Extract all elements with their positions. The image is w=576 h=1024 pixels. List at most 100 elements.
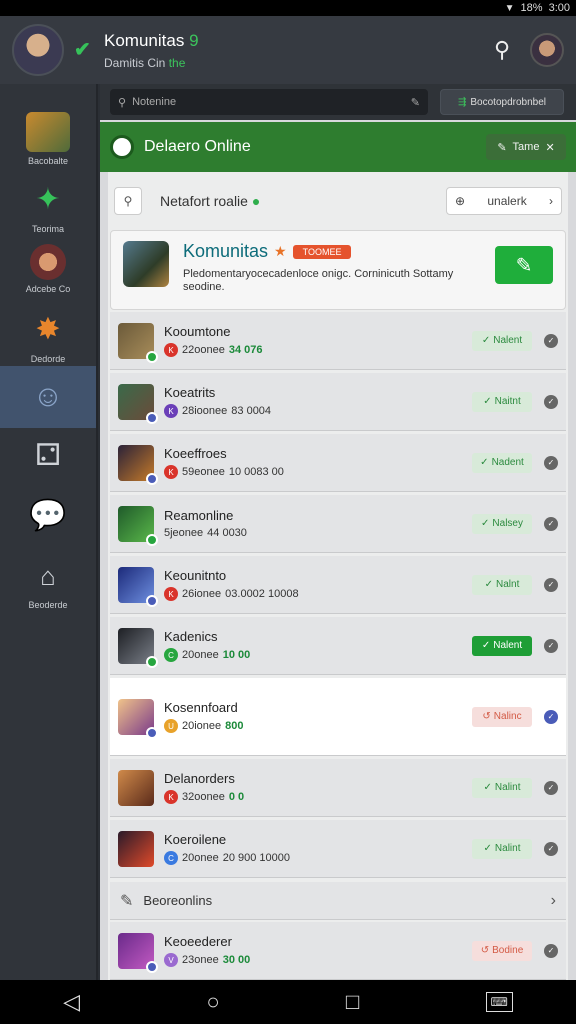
more-icon[interactable]: ✓ <box>544 709 558 724</box>
home-icon: ⌂ <box>40 561 56 591</box>
row-action-button[interactable]: ✓ Naitnt <box>472 391 532 412</box>
profile-avatar[interactable] <box>530 33 564 67</box>
more-icon[interactable]: ✓ <box>544 841 558 856</box>
badge-icon: C <box>164 851 178 865</box>
sidebar-item-home[interactable]: ⌂ Beoderde <box>0 556 96 610</box>
row-action-button[interactable]: ✓ Nalint <box>472 838 532 859</box>
filter-button[interactable]: ⇶ Bocotopdrobnbel <box>440 89 564 115</box>
list-item-title: Kooumtone <box>164 324 231 339</box>
close-icon[interactable]: ✕ <box>545 141 554 154</box>
list-item-subtitle: V 23onee 30 00 <box>164 953 472 967</box>
list-item-title: Koeatrits <box>164 385 216 400</box>
edit-icon[interactable]: ✎ <box>411 96 420 109</box>
breadcrumb-text: Netafort roalie ● <box>160 193 446 209</box>
online-banner: Delaero Online ✎ Tame ✕ <box>100 122 576 172</box>
keyboard-icon[interactable]: ⌨ <box>485 992 513 1012</box>
theme-button[interactable]: ✎ Tame ✕ <box>486 134 566 160</box>
more-icon[interactable]: ✓ <box>544 943 558 958</box>
list-item-title: Koeeffroes <box>164 446 227 461</box>
list-item[interactable]: Reamonline 5jeonee 44 0030 ✓ Nalsey ✓ <box>110 495 566 553</box>
row-action-button[interactable]: ✓ Nalint <box>472 777 532 798</box>
community-panel: ⚲ Netafort roalie ● ⊕ unalerk › Komunita… <box>108 172 568 980</box>
list-item[interactable]: Kooumtone K 22oonee 34 076 ✓ Nalent ✓ <box>110 312 566 370</box>
row-action-button[interactable]: ✓ Nalent <box>472 635 532 656</box>
search-icon[interactable]: ⚲ <box>484 32 520 68</box>
more-icon[interactable]: ✓ <box>544 780 558 795</box>
search-input[interactable]: ⚲ Notenine ✎ <box>110 89 428 115</box>
dice-icon: ⚁ <box>34 439 62 472</box>
list-item-count: 83 0004 <box>231 405 272 417</box>
game-avatar-icon <box>118 383 158 424</box>
unlock-button[interactable]: ⊕ unalerk › <box>446 187 562 215</box>
row-action-label: Nalnt <box>496 579 520 590</box>
more-icon[interactable]: ✓ <box>544 577 558 592</box>
home-circle-icon[interactable]: ○ <box>206 989 219 1015</box>
row-action-label: Nalent <box>493 335 523 346</box>
community-card-body: Komunitas ★ TOOMEE Pledomentaryocecadenl… <box>183 241 495 299</box>
list-item-title: Kosennfoard <box>164 700 238 715</box>
edit-box-icon: ✎ <box>120 892 134 910</box>
list-item[interactable]: Koeroilene C 20onee 20 900 10000 ✓ Nalint ✓ <box>110 820 566 878</box>
header-subtitle-accent: the <box>168 55 186 70</box>
row-action-button[interactable]: ✓ Nadent <box>472 452 532 473</box>
sidebar-item-1[interactable]: Bacobalte <box>0 112 96 166</box>
list-item-count: 10 00 <box>222 649 251 661</box>
search-icon[interactable]: ⚲ <box>114 187 142 215</box>
game-avatar-icon <box>118 505 158 546</box>
list-item-text: Koeatrits K 28ioonee 83 0004 <box>164 385 472 418</box>
row-action-button[interactable]: ✓ Nalent <box>472 330 532 351</box>
row-action-button[interactable]: ↺ Nalinc <box>472 706 532 727</box>
list-item-title: Delanorders <box>164 771 235 786</box>
list-item-selected[interactable]: Kosennfoard U 20ionee 800 ↺ Nalinc ✓ <box>110 678 566 756</box>
row-action-button[interactable]: ✓ Nalsey <box>472 513 532 534</box>
list-item-text: Kadenics C 20onee 10 00 <box>164 629 472 662</box>
community-card: Komunitas ★ TOOMEE Pledomentaryocecadenl… <box>110 230 566 310</box>
row-action-button[interactable]: ↺ Bodine <box>472 940 532 961</box>
list-item[interactable]: Koeeffroes K 59eonee 10 0083 00 ✓ Nadent ✓ <box>110 434 566 492</box>
sidebar-item-label: Adcebe Co <box>25 284 71 294</box>
list-item-sub: 59eonee <box>182 466 225 478</box>
more-icon[interactable]: ✓ <box>544 333 558 348</box>
undo-icon: ↺ <box>480 945 490 956</box>
section-link-row[interactable]: ✎ Beoreonlins › <box>110 882 566 920</box>
list-item-title: Keounitnto <box>164 568 227 583</box>
more-icon[interactable]: ✓ <box>544 394 558 409</box>
list-item[interactable]: Keounitnto K 26ionee 03.0002 10008 ✓ Nalnt … <box>110 556 566 614</box>
recents-icon[interactable]: □ <box>346 989 359 1015</box>
community-avatar[interactable] <box>12 24 64 76</box>
list-item-count: 03.0002 10008 <box>225 588 299 600</box>
wifi-icon: ▼ <box>504 2 515 14</box>
sidebar-item-4[interactable]: ✸ Dedorde <box>0 310 96 364</box>
row-action-button[interactable]: ✓ Nalnt <box>472 574 532 595</box>
badge-icon: C <box>164 648 178 662</box>
link-icon: ● <box>251 193 261 209</box>
more-icon[interactable]: ✓ <box>544 638 558 653</box>
list-item[interactable]: Koeatrits K 28ioonee 83 0004 ✓ Naitnt ✓ <box>110 373 566 431</box>
more-icon[interactable]: ✓ <box>544 516 558 531</box>
sidebar-item-profile[interactable]: ☺ <box>0 366 96 428</box>
unlock-label: unalerk <box>487 194 527 208</box>
list-item-subtitle: K 32oonee 0 0 <box>164 790 472 804</box>
online-title: Delaero Online <box>144 138 251 155</box>
sidebar-item-3[interactable]: Adcebe Co <box>0 244 96 294</box>
list-item[interactable]: Kadenics C 20onee 10 00 ✓ Nalent ✓ <box>110 617 566 675</box>
edit-community-button[interactable]: ✎ <box>495 246 553 284</box>
profile-face-icon: ☺ <box>32 380 64 413</box>
more-icon[interactable]: ✓ <box>544 455 558 470</box>
sidebar-item-dice[interactable]: ⚁ <box>0 436 96 476</box>
row-action-label: Nalint <box>494 782 521 793</box>
list-item-text: Reamonline 5jeonee 44 0030 <box>164 508 472 539</box>
list-item[interactable]: Keoeederer V 23onee 30 00 ↺ Bodine ✓ <box>110 922 566 980</box>
sidebar-item-2[interactable]: ✦ Teorima <box>0 180 96 234</box>
unlock-icon: ⊕ <box>455 194 466 208</box>
list-item-title: Kadenics <box>164 629 218 644</box>
game-avatar-icon <box>118 322 158 363</box>
back-icon[interactable]: ◁ <box>63 989 80 1015</box>
list-item-count: 800 <box>225 720 244 732</box>
sidebar-item-chat[interactable]: 💬 <box>0 496 96 536</box>
search-bar-row: ⚲ Notenine ✎ ⇶ Bocotopdrobnbel <box>100 84 576 120</box>
list-item[interactable]: Delanorders K 32oonee 0 0 ✓ Nalint ✓ <box>110 759 566 817</box>
badge-icon: K <box>164 404 178 418</box>
game-avatar-icon <box>118 830 154 867</box>
row-action-label: Bodine <box>492 945 524 956</box>
